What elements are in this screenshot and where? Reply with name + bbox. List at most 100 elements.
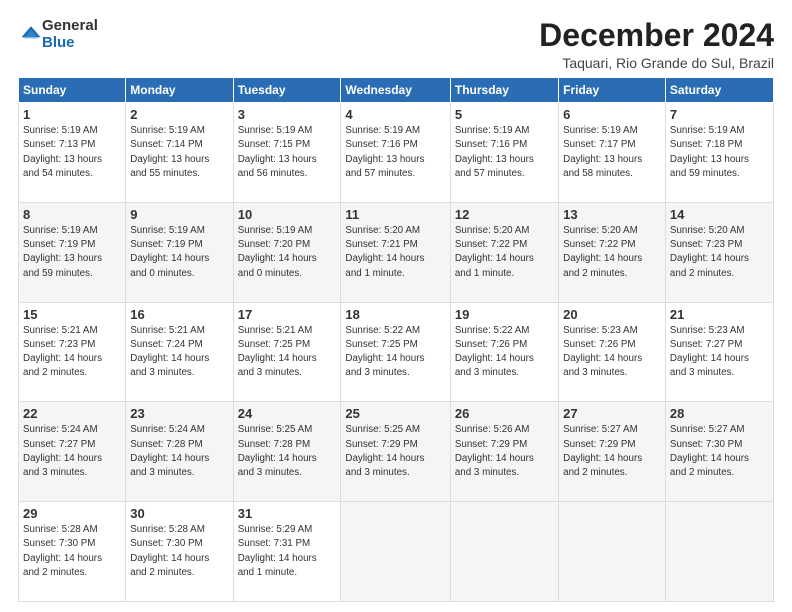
col-thursday: Thursday	[450, 78, 558, 103]
day-number: 30	[130, 506, 228, 521]
calendar-cell: 8Sunrise: 5:19 AMSunset: 7:19 PMDaylight…	[19, 202, 126, 302]
calendar-table: Sunday Monday Tuesday Wednesday Thursday…	[18, 77, 774, 602]
calendar-cell: 27 Sunrise: 5:27 AMSunset: 7:29 PMDayligh…	[559, 402, 666, 502]
calendar-cell: 1Sunrise: 5:19 AMSunset: 7:13 PMDaylight…	[19, 103, 126, 203]
calendar-cell: 6Sunrise: 5:19 AMSunset: 7:17 PMDaylight…	[559, 103, 666, 203]
calendar-week-5: 29 Sunrise: 5:28 AMSunset: 7:30 PMDayligh…	[19, 502, 774, 602]
day-info: Sunrise: 5:21 AMSunset: 7:24 PMDaylight:…	[130, 324, 228, 381]
day-number: 31	[238, 506, 337, 521]
day-number: 22	[23, 406, 121, 421]
day-info: Sunrise: 5:19 AMSunset: 7:19 PMDaylight:…	[23, 224, 121, 281]
day-number: 25	[345, 406, 445, 421]
calendar-cell: 13 Sunrise: 5:20 AMSunset: 7:22 PMDayligh…	[559, 202, 666, 302]
day-number: 17	[238, 307, 337, 322]
calendar-week-1: 1Sunrise: 5:19 AMSunset: 7:13 PMDaylight…	[19, 103, 774, 203]
day-number: 5	[455, 107, 554, 122]
calendar-cell	[341, 502, 450, 602]
day-info: Sunrise: 5:19 AMSunset: 7:14 PMDaylight:…	[130, 124, 228, 181]
day-info: Sunrise: 5:20 AMSunset: 7:23 PMDaylight:…	[670, 224, 769, 281]
day-info: Sunrise: 5:19 AMSunset: 7:19 PMDaylight:…	[130, 224, 228, 281]
col-sunday: Sunday	[19, 78, 126, 103]
day-number: 16	[130, 307, 228, 322]
calendar-cell: 14 Sunrise: 5:20 AMSunset: 7:23 PMDayligh…	[665, 202, 773, 302]
calendar-cell: 7Sunrise: 5:19 AMSunset: 7:18 PMDaylight…	[665, 103, 773, 203]
day-info: Sunrise: 5:24 AMSunset: 7:28 PMDaylight:…	[130, 423, 228, 480]
day-info: Sunrise: 5:25 AMSunset: 7:29 PMDaylight:…	[345, 423, 445, 480]
calendar-cell	[665, 502, 773, 602]
day-number: 21	[670, 307, 769, 322]
calendar-week-4: 22 Sunrise: 5:24 AMSunset: 7:27 PMDayligh…	[19, 402, 774, 502]
col-wednesday: Wednesday	[341, 78, 450, 103]
calendar-cell: 23 Sunrise: 5:24 AMSunset: 7:28 PMDayligh…	[126, 402, 233, 502]
day-info: Sunrise: 5:25 AMSunset: 7:28 PMDaylight:…	[238, 423, 337, 480]
day-info: Sunrise: 5:19 AMSunset: 7:16 PMDaylight:…	[455, 124, 554, 181]
calendar-cell: 10 Sunrise: 5:19 AMSunset: 7:20 PMDayligh…	[233, 202, 341, 302]
day-number: 20	[563, 307, 661, 322]
logo-text: General Blue	[42, 18, 98, 51]
col-saturday: Saturday	[665, 78, 773, 103]
day-info: Sunrise: 5:20 AMSunset: 7:21 PMDaylight:…	[345, 224, 445, 281]
day-number: 26	[455, 406, 554, 421]
col-monday: Monday	[126, 78, 233, 103]
day-number: 7	[670, 107, 769, 122]
calendar-cell: 26Sunrise: 5:26 AMSunset: 7:29 PMDayligh…	[450, 402, 558, 502]
calendar-cell: 9Sunrise: 5:19 AMSunset: 7:19 PMDaylight…	[126, 202, 233, 302]
day-number: 6	[563, 107, 661, 122]
calendar-cell: 2 Sunrise: 5:19 AMSunset: 7:14 PMDaylight…	[126, 103, 233, 203]
calendar-cell: 25 Sunrise: 5:25 AMSunset: 7:29 PMDayligh…	[341, 402, 450, 502]
calendar-cell: 4Sunrise: 5:19 AMSunset: 7:16 PMDaylight…	[341, 103, 450, 203]
day-info: Sunrise: 5:20 AMSunset: 7:22 PMDaylight:…	[563, 224, 661, 281]
day-info: Sunrise: 5:22 AMSunset: 7:26 PMDaylight:…	[455, 324, 554, 381]
day-number: 18	[345, 307, 445, 322]
calendar-cell: 5 Sunrise: 5:19 AMSunset: 7:16 PMDaylight…	[450, 103, 558, 203]
calendar-cell: 16 Sunrise: 5:21 AMSunset: 7:24 PMDayligh…	[126, 302, 233, 402]
calendar-header: Sunday Monday Tuesday Wednesday Thursday…	[19, 78, 774, 103]
logo-general: General	[42, 18, 98, 35]
calendar-cell: 31 Sunrise: 5:29 AMSunset: 7:31 PMDayligh…	[233, 502, 341, 602]
day-number: 15	[23, 307, 121, 322]
calendar-cell: 11 Sunrise: 5:20 AMSunset: 7:21 PMDayligh…	[341, 202, 450, 302]
calendar-cell: 17 Sunrise: 5:21 AMSunset: 7:25 PMDayligh…	[233, 302, 341, 402]
calendar-cell: 24 Sunrise: 5:25 AMSunset: 7:28 PMDayligh…	[233, 402, 341, 502]
day-number: 28	[670, 406, 769, 421]
day-number: 14	[670, 207, 769, 222]
day-info: Sunrise: 5:23 AMSunset: 7:27 PMDaylight:…	[670, 324, 769, 381]
logo: General Blue	[18, 18, 98, 51]
calendar-body: 1Sunrise: 5:19 AMSunset: 7:13 PMDaylight…	[19, 103, 774, 602]
day-number: 13	[563, 207, 661, 222]
day-number: 27	[563, 406, 661, 421]
day-number: 23	[130, 406, 228, 421]
day-number: 2	[130, 107, 228, 122]
col-tuesday: Tuesday	[233, 78, 341, 103]
calendar-cell: 29Sunrise: 5:28 AMSunset: 7:30 PMDayligh…	[19, 502, 126, 602]
calendar-cell: 15 Sunrise: 5:21 AMSunset: 7:23 PMDayligh…	[19, 302, 126, 402]
calendar-cell: 19Sunrise: 5:22 AMSunset: 7:26 PMDayligh…	[450, 302, 558, 402]
calendar-cell: 12Sunrise: 5:20 AMSunset: 7:22 PMDayligh…	[450, 202, 558, 302]
header: General Blue December 2024 Taquari, Rio …	[18, 18, 774, 71]
header-row: Sunday Monday Tuesday Wednesday Thursday…	[19, 78, 774, 103]
day-number: 24	[238, 406, 337, 421]
day-info: Sunrise: 5:21 AMSunset: 7:23 PMDaylight:…	[23, 324, 121, 381]
day-info: Sunrise: 5:27 AMSunset: 7:29 PMDaylight:…	[563, 423, 661, 480]
month-title: December 2024	[539, 18, 774, 53]
col-friday: Friday	[559, 78, 666, 103]
day-number: 29	[23, 506, 121, 521]
day-info: Sunrise: 5:22 AMSunset: 7:25 PMDaylight:…	[345, 324, 445, 381]
day-number: 11	[345, 207, 445, 222]
day-info: Sunrise: 5:21 AMSunset: 7:25 PMDaylight:…	[238, 324, 337, 381]
day-number: 12	[455, 207, 554, 222]
calendar-cell: 30 Sunrise: 5:28 AMSunset: 7:30 PMDayligh…	[126, 502, 233, 602]
day-info: Sunrise: 5:28 AMSunset: 7:30 PMDaylight:…	[130, 523, 228, 580]
day-number: 1	[23, 107, 121, 122]
calendar-cell: 20Sunrise: 5:23 AMSunset: 7:26 PMDayligh…	[559, 302, 666, 402]
calendar-cell: 22 Sunrise: 5:24 AMSunset: 7:27 PMDayligh…	[19, 402, 126, 502]
day-info: Sunrise: 5:19 AMSunset: 7:20 PMDaylight:…	[238, 224, 337, 281]
location: Taquari, Rio Grande do Sul, Brazil	[539, 55, 774, 71]
day-info: Sunrise: 5:24 AMSunset: 7:27 PMDaylight:…	[23, 423, 121, 480]
day-number: 10	[238, 207, 337, 222]
day-info: Sunrise: 5:29 AMSunset: 7:31 PMDaylight:…	[238, 523, 337, 580]
calendar-week-2: 8Sunrise: 5:19 AMSunset: 7:19 PMDaylight…	[19, 202, 774, 302]
logo-blue: Blue	[42, 35, 98, 52]
calendar-cell: 21 Sunrise: 5:23 AMSunset: 7:27 PMDayligh…	[665, 302, 773, 402]
calendar-week-3: 15 Sunrise: 5:21 AMSunset: 7:23 PMDayligh…	[19, 302, 774, 402]
